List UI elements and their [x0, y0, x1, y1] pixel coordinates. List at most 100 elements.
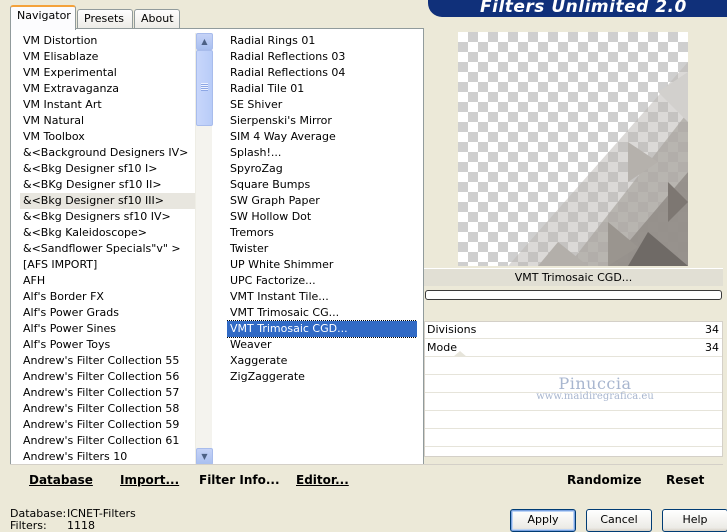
reset-button[interactable]: Reset: [666, 473, 704, 487]
navigator-button-bar: Database Import... Filter Info... Editor…: [10, 464, 424, 493]
category-item[interactable]: VM Toolbox: [20, 129, 202, 145]
filter-item-label: UP White Shimmer: [230, 258, 334, 271]
filter-item-label: UPC Factorize...: [230, 274, 316, 287]
category-item[interactable]: [AFS IMPORT]: [20, 257, 202, 273]
filter-item[interactable]: UP White Shimmer: [227, 257, 417, 273]
category-item[interactable]: VM Experimental: [20, 65, 202, 81]
param-value: 34: [705, 323, 719, 336]
category-item[interactable]: &<Sandflower Specials"v" >: [20, 241, 202, 257]
help-button[interactable]: Help: [662, 509, 727, 532]
category-item[interactable]: Alf's Power Sines: [20, 321, 202, 337]
category-item[interactable]: VM Natural: [20, 113, 202, 129]
filter-item-label: VMT Trimosaic CG...: [230, 306, 340, 319]
filter-item-label: Twister: [230, 242, 269, 255]
category-item[interactable]: VM Distortion: [20, 33, 202, 49]
category-item[interactable]: &<Background Designers IV>: [20, 145, 202, 161]
filter-item[interactable]: Radial Rings 01: [227, 33, 417, 49]
tab-presets[interactable]: Presets: [77, 9, 133, 29]
category-item[interactable]: Andrew's Filter Collection 56: [20, 369, 202, 385]
filter-item[interactable]: Splash!...: [227, 145, 417, 161]
param-row-divisions[interactable]: Divisions 34: [425, 322, 722, 339]
watermark: Pinuccia www.maidiregrafica.eu: [505, 374, 685, 402]
filter-item-label: Splash!...: [230, 146, 282, 159]
filter-item[interactable]: Xaggerate: [227, 353, 417, 369]
progress-bar: [425, 290, 722, 300]
filter-item-label: ZigZaggerate: [230, 370, 305, 383]
category-item[interactable]: &<Bkg Designers sf10 IV>: [20, 209, 202, 225]
tab-about[interactable]: About: [134, 9, 180, 29]
filter-item-label: Radial Reflections 03: [230, 50, 346, 63]
filter-item-label: Tremors: [230, 226, 274, 239]
param-row-mode[interactable]: Mode 34: [425, 340, 722, 357]
filter-item[interactable]: SpyroZag: [227, 161, 417, 177]
scroll-up-icon: ▲: [201, 37, 208, 46]
param-value: 34: [705, 341, 719, 354]
category-item[interactable]: Alf's Border FX: [20, 289, 202, 305]
category-item[interactable]: VM Instant Art: [20, 97, 202, 113]
category-item[interactable]: VM Extravaganza: [20, 81, 202, 97]
category-list[interactable]: VM Distortion VM Elisablaze VM Experimenta…: [20, 33, 202, 465]
scroll-up-button[interactable]: ▲: [196, 33, 213, 50]
filter-info-button[interactable]: Filter Info...: [199, 473, 280, 487]
filter-item[interactable]: Twister: [227, 241, 417, 257]
filter-item[interactable]: Square Bumps: [227, 177, 417, 193]
filter-item[interactable]: Weaver: [227, 337, 417, 353]
param-name: Divisions: [427, 323, 477, 336]
filter-item[interactable]: Tremors: [227, 225, 417, 241]
filters-count-value: 1118: [67, 519, 95, 532]
filter-item-label: SpyroZag: [230, 162, 283, 175]
scroll-down-icon: ▼: [201, 452, 208, 461]
category-item[interactable]: Andrew's Filter Collection 55: [20, 353, 202, 369]
apply-button[interactable]: Apply: [510, 509, 576, 532]
filter-list[interactable]: Radial Rings 01 Radial Reflections 03 Radi…: [227, 33, 417, 405]
filter-item[interactable]: UPC Factorize...: [227, 273, 417, 289]
filter-item[interactable]: Sierpenski's Mirror: [227, 113, 417, 129]
filter-item[interactable]: Radial Reflections 04: [227, 65, 417, 81]
filter-item-label: SW Graph Paper: [230, 194, 320, 207]
filter-item-label: Square Bumps: [230, 178, 311, 191]
filter-item[interactable]: SIM 4 Way Average: [227, 129, 417, 145]
editor-button[interactable]: Editor...: [296, 473, 349, 487]
filter-item[interactable]: VMT Trimosaic CG...: [227, 305, 417, 321]
category-item[interactable]: Andrew's Filter Collection 59: [20, 417, 202, 433]
category-item[interactable]: AFH: [20, 273, 202, 289]
category-item[interactable]: Alf's Power Grads: [20, 305, 202, 321]
param-row-empty: [425, 358, 722, 375]
filter-item[interactable]: Radial Tile 01: [227, 81, 417, 97]
scroll-down-button[interactable]: ▼: [196, 448, 213, 465]
category-item[interactable]: VM Elisablaze: [20, 49, 202, 65]
preview-panel: VMT Trimosaic CGD... Divisions 34 Mode 3…: [424, 28, 723, 493]
import-button[interactable]: Import...: [120, 473, 179, 487]
randomize-button[interactable]: Randomize: [567, 473, 641, 487]
category-item[interactable]: Andrew's Filters 10: [20, 449, 202, 465]
scroll-thumb[interactable]: [196, 50, 213, 126]
category-item[interactable]: &<Bkg Designer sf10 III>: [20, 193, 202, 209]
category-item[interactable]: &<BKg Designer sf10 II>: [20, 177, 202, 193]
filter-item[interactable]: SE Shiver: [227, 97, 417, 113]
filter-item[interactable]: Radial Reflections 03: [227, 49, 417, 65]
filter-item-selected[interactable]: VMT Trimosaic CGD...: [227, 320, 417, 338]
navigator-panel: VM Distortion VM Elisablaze VM Experimenta…: [10, 28, 424, 493]
database-button[interactable]: Database: [29, 473, 93, 487]
category-item[interactable]: &<Bkg Designer sf10 I>: [20, 161, 202, 177]
category-scrollbar[interactable]: ▲ ▼: [195, 33, 213, 465]
category-item[interactable]: Andrew's Filter Collection 61: [20, 433, 202, 449]
filter-item[interactable]: SW Hollow Dot: [227, 209, 417, 225]
cancel-button[interactable]: Cancel: [586, 509, 652, 532]
slider-thumb[interactable]: [453, 351, 467, 357]
tab-navigator[interactable]: Navigator: [10, 5, 76, 30]
filter-item-label: VMT Trimosaic CGD...: [230, 322, 348, 335]
filter-item-label: SIM 4 Way Average: [230, 130, 336, 143]
filter-item[interactable]: ZigZaggerate: [227, 369, 417, 385]
filter-item-label: SE Shiver: [230, 98, 283, 111]
filter-item-label: Radial Reflections 04: [230, 66, 346, 79]
filter-item-label: Radial Rings 01: [230, 34, 316, 47]
filter-item[interactable]: SW Graph Paper: [227, 193, 417, 209]
category-item[interactable]: Andrew's Filter Collection 58: [20, 401, 202, 417]
filter-item[interactable]: VMT Instant Tile...: [227, 289, 417, 305]
filter-item-label: Weaver: [230, 338, 272, 351]
category-item[interactable]: Andrew's Filter Collection 57: [20, 385, 202, 401]
category-item[interactable]: &<Bkg Kaleidoscope>: [20, 225, 202, 241]
category-item[interactable]: Alf's Power Toys: [20, 337, 202, 353]
filter-item-label: Sierpenski's Mirror: [230, 114, 332, 127]
